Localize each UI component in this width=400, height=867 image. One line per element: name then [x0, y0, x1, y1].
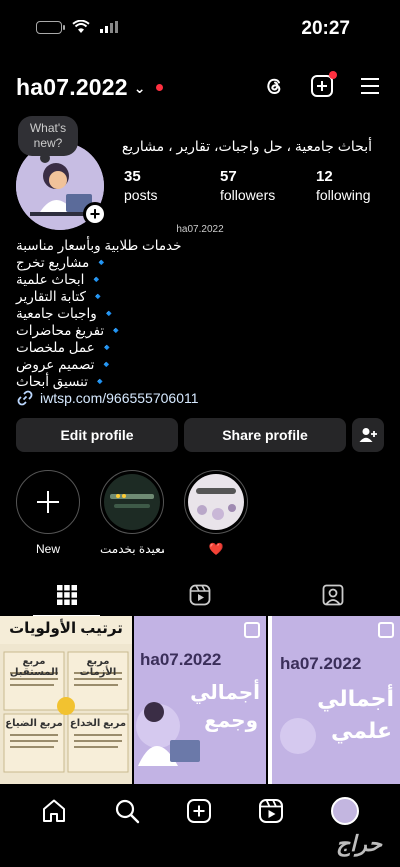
stat-number: 12	[316, 168, 333, 185]
notification-dot	[155, 84, 163, 91]
post-thumbnail[interactable]: ha07.2022 أجمالي علمي	[268, 616, 400, 784]
add-person-icon	[359, 428, 377, 442]
link-text: iwtsp.com/966555706011	[40, 390, 199, 406]
post-thumbnail[interactable]: ha07.2022 أجمالي وجمع	[134, 616, 266, 784]
bio-line: 🔹 عمل ملخصات	[16, 340, 116, 355]
post-text: أجمالي	[317, 686, 394, 711]
story-highlights: New سعيدة بخدمت... ❤️	[16, 470, 248, 556]
posts-grid: ترتيب الأولويات مربع المستقبل مربع الأزم…	[0, 616, 400, 784]
post-text: وجمع	[204, 710, 258, 732]
note-bubble[interactable]: What's new?	[18, 116, 78, 163]
post-title: ha07.2022	[280, 654, 362, 673]
tagged-icon	[322, 584, 344, 606]
reels-icon	[189, 584, 211, 606]
create-button[interactable]	[310, 71, 337, 98]
highlight-thumbnail	[104, 474, 160, 530]
highlight-ring	[100, 470, 164, 534]
highlight-ring	[16, 470, 80, 534]
stat-number: 57	[220, 168, 237, 185]
create-post-icon[interactable]	[186, 798, 212, 824]
bio-line: 🔹 تنسيق أبحاث	[16, 374, 109, 389]
post-title: ترتيب الأولويات	[9, 620, 123, 637]
profile-tabs	[0, 574, 400, 616]
link-icon	[17, 390, 33, 406]
clock: 20:27	[301, 18, 350, 39]
stat-posts[interactable]: 35 posts	[124, 168, 220, 203]
chevron-down-icon: ⌄	[133, 80, 146, 96]
bio-line: 🔹 مشاريع تخرج	[16, 255, 110, 270]
profile-avatar-nav[interactable]	[330, 797, 359, 825]
bio-line: 🔹 تفريغ محاضرات	[16, 323, 125, 338]
tab-reels[interactable]	[133, 574, 266, 616]
menu-icon[interactable]	[358, 74, 382, 98]
bottom-navigation	[0, 784, 400, 838]
account-switcher[interactable]: ha07.2022 ⌄	[16, 74, 163, 101]
watermark-logo: حراج	[335, 831, 382, 856]
post-text: مربع الأزمات	[79, 656, 117, 678]
status-bar: 20:27	[0, 0, 400, 60]
highlight-label: سعيدة بخدمت...	[100, 542, 164, 556]
battery-icon	[36, 20, 65, 34]
status-icons	[36, 20, 118, 34]
highlight-item[interactable]: سعيدة بخدمت...	[100, 470, 164, 556]
highlight-label: ❤️	[208, 542, 224, 556]
tab-grid[interactable]	[0, 574, 133, 616]
home-icon[interactable]	[41, 798, 67, 824]
tab-tagged[interactable]	[267, 574, 400, 616]
add-story-icon[interactable]: +	[83, 202, 107, 226]
post-text: مربع الخداع	[69, 718, 127, 729]
threads-badge[interactable]: ha07.2022	[0, 224, 400, 236]
bio-line: خدمات طلابية وبأسعار مناسبة	[16, 238, 182, 253]
wifi-icon	[72, 20, 90, 33]
grid-icon	[56, 585, 77, 605]
highlight-item[interactable]: ❤️	[184, 470, 248, 556]
bio-line: 🔹 واجبات جامعية	[16, 306, 118, 321]
note-text: What's new?	[29, 121, 67, 150]
search-icon[interactable]	[114, 798, 140, 824]
username: ha07.2022	[16, 74, 128, 100]
post-text: علمي	[330, 718, 392, 743]
bio-line: 🔹 كتابة التقارير	[16, 289, 107, 304]
stat-number: 35	[124, 168, 141, 185]
highlight-thumbnail	[188, 474, 244, 530]
highlight-label: New	[35, 542, 60, 556]
notification-dot	[329, 71, 337, 79]
profile-stats: 35 posts 57 followers 12 following	[124, 168, 400, 203]
bio-line: 🔹 تصميم عروض	[16, 357, 115, 372]
bio: خدمات طلابية وبأسعار مناسبة 🔹 مشاريع تخر…	[16, 237, 182, 390]
discover-people-button[interactable]	[352, 418, 384, 452]
carousel-icon	[244, 622, 260, 638]
highlight-new[interactable]: New	[16, 470, 80, 556]
plus-icon	[37, 491, 59, 513]
reels-icon[interactable]	[258, 798, 284, 824]
profile-category: أبحاث جامعية ، حل واجبات، تقارير ، مشاري…	[121, 138, 372, 154]
stat-label: posts	[124, 187, 158, 203]
threads-icon[interactable]	[262, 74, 286, 98]
stat-label: followers	[220, 187, 276, 203]
stat-label: following	[316, 187, 371, 203]
post-title: ha07.2022	[140, 650, 222, 669]
post-text: مربع الضياع	[5, 718, 63, 729]
share-profile-button[interactable]: Share profile	[184, 418, 346, 452]
stat-following[interactable]: 12 following	[316, 168, 400, 203]
stat-followers[interactable]: 57 followers	[220, 168, 316, 203]
edit-profile-button[interactable]: Edit profile	[16, 418, 178, 452]
profile-actions: Edit profile Share profile	[16, 418, 384, 452]
post-text: أجمالي	[190, 682, 260, 704]
profile-header: ha07.2022 ⌄	[0, 68, 400, 108]
post-thumbnail[interactable]: ترتيب الأولويات مربع المستقبل مربع الأزم…	[0, 616, 132, 784]
profile-link[interactable]: iwtsp.com/966555706011	[16, 389, 199, 407]
post-text: مربع المستقبل	[9, 656, 59, 678]
signal-icon	[100, 21, 118, 33]
bio-line: 🔹 ابحاث علمية	[16, 272, 105, 287]
carousel-icon	[378, 622, 394, 638]
highlight-ring	[184, 470, 248, 534]
